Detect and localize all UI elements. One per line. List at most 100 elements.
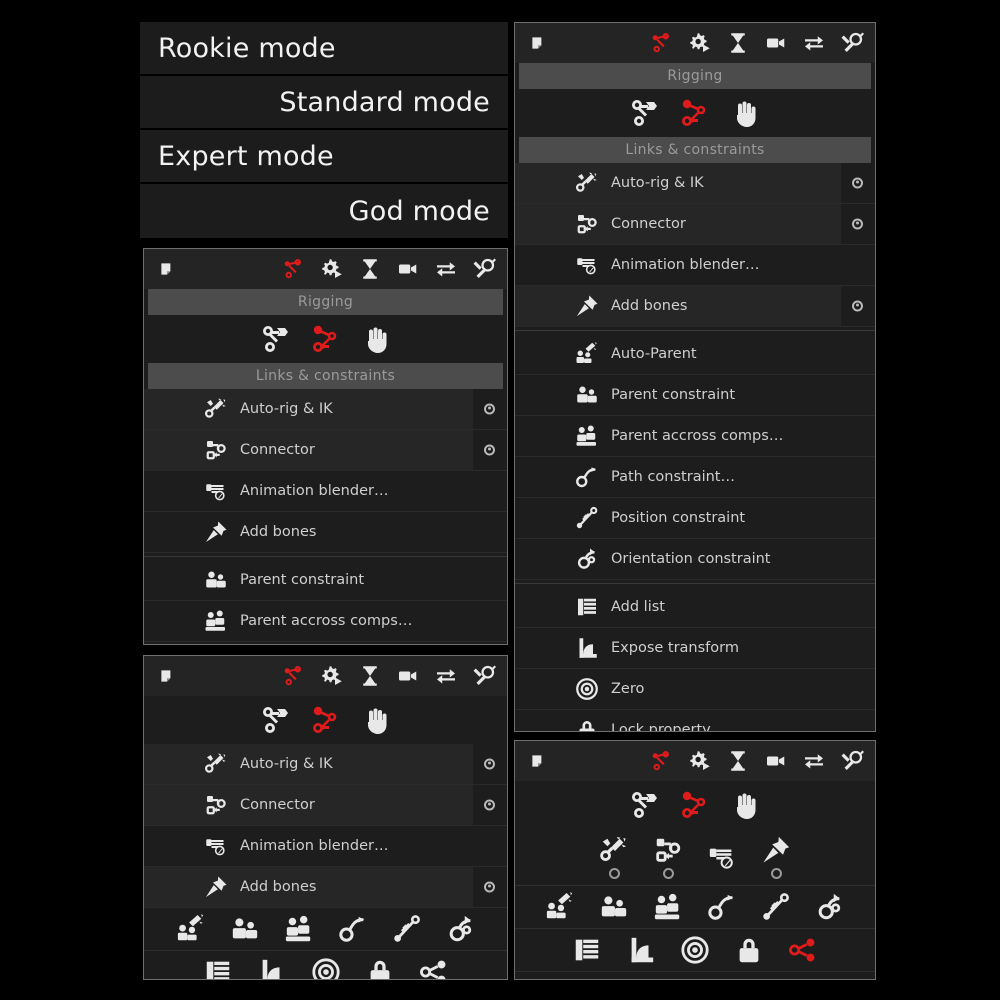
camera-icon[interactable]	[763, 30, 789, 56]
connector-node-icon[interactable]	[676, 786, 714, 824]
automation-gear-icon[interactable]	[319, 256, 345, 282]
icon-item-path_constraint[interactable]	[700, 892, 744, 922]
icon-item-parent_across[interactable]	[646, 892, 690, 922]
icon-item-auto_rig[interactable]	[592, 835, 636, 879]
options-indicator[interactable]	[484, 881, 495, 893]
hand-icon[interactable]	[357, 701, 395, 739]
menu-item-connector[interactable]: Connector	[144, 430, 507, 471]
icon-item-position_constraint[interactable]	[754, 892, 798, 922]
camera-icon[interactable]	[763, 748, 789, 774]
mode-row-expert[interactable]: Expert mode	[140, 130, 508, 184]
tools-icon[interactable]	[839, 30, 865, 56]
menu-item-connector[interactable]: Connector	[144, 785, 507, 826]
menu-item-add_bones[interactable]: Add bones	[515, 286, 875, 327]
tools-icon[interactable]	[839, 748, 865, 774]
connector-node-icon[interactable]	[307, 701, 345, 739]
armature-icon[interactable]	[626, 94, 664, 132]
icon-item-orientation_constraint[interactable]	[808, 892, 852, 922]
options-indicator[interactable]	[852, 218, 863, 230]
automation-gear-icon[interactable]	[687, 30, 713, 56]
icon-item-expose_transform[interactable]	[619, 935, 663, 965]
connector-node-icon[interactable]	[676, 94, 714, 132]
icon-item-separate_dimensions[interactable]	[412, 957, 456, 979]
options-indicator[interactable]	[852, 177, 863, 189]
mode-row-rookie[interactable]: Rookie mode	[140, 22, 508, 76]
options-indicator[interactable]	[608, 868, 620, 879]
panel-expert-mode[interactable]: Rigging Links & constraints Auto-rig & I…	[514, 22, 876, 732]
mode-row-standard[interactable]: Standard mode	[140, 76, 508, 130]
menu-item-parent_across[interactable]: Parent accross comps…	[515, 416, 875, 457]
icon-item-path_constraint[interactable]	[331, 914, 375, 944]
automation-gear-icon[interactable]	[687, 748, 713, 774]
icon-item-auto_parent[interactable]	[538, 892, 582, 922]
icon-item-connector[interactable]	[646, 835, 690, 879]
menu-item-auto_rig[interactable]: Auto-rig & IK	[515, 163, 875, 204]
hand-icon[interactable]	[357, 320, 395, 358]
hand-icon[interactable]	[726, 94, 764, 132]
document-icon[interactable]	[154, 256, 180, 282]
icon-item-add_list[interactable]	[196, 957, 240, 979]
icon-item-expose_transform[interactable]	[250, 957, 294, 979]
rigging-icon[interactable]	[649, 748, 675, 774]
mode-row-god[interactable]: God mode	[140, 184, 508, 238]
menu-item-auto_parent[interactable]: Auto-Parent	[515, 334, 875, 375]
menu-item-lock_property[interactable]: Lock property	[515, 710, 875, 731]
hourglass-icon[interactable]	[357, 256, 383, 282]
document-icon[interactable]	[154, 663, 180, 689]
panel-standard-mode[interactable]: Rigging Links & constraints Auto-rig & I…	[143, 248, 508, 645]
icon-item-orientation_constraint[interactable]	[439, 914, 483, 944]
icon-item-parent_constraint[interactable]	[223, 914, 267, 944]
icon-item-auto_parent[interactable]	[169, 914, 213, 944]
hourglass-icon[interactable]	[725, 748, 751, 774]
icon-item-parent_constraint[interactable]	[592, 892, 636, 922]
menu-item-add_bones[interactable]: Add bones	[144, 512, 507, 553]
hourglass-icon[interactable]	[357, 663, 383, 689]
swap-arrows-icon[interactable]	[801, 30, 827, 56]
tools-icon[interactable]	[471, 663, 497, 689]
options-indicator[interactable]	[484, 444, 495, 456]
menu-item-add_list[interactable]: Add list	[515, 587, 875, 628]
armature-icon[interactable]	[257, 320, 295, 358]
swap-arrows-icon[interactable]	[433, 663, 459, 689]
menu-item-connector[interactable]: Connector	[515, 204, 875, 245]
menu-item-auto_rig[interactable]: Auto-rig & IK	[144, 744, 507, 785]
rigging-icon[interactable]	[281, 663, 307, 689]
menu-item-anim_blender[interactable]: Animation blender…	[515, 245, 875, 286]
menu-item-path_constraint[interactable]: Path constraint…	[515, 457, 875, 498]
icon-item-zero[interactable]	[673, 935, 717, 965]
document-icon[interactable]	[525, 30, 551, 56]
icon-item-add_bones[interactable]	[754, 835, 798, 879]
options-indicator[interactable]	[852, 300, 863, 312]
icon-item-position_constraint[interactable]	[385, 914, 429, 944]
swap-arrows-icon[interactable]	[433, 256, 459, 282]
camera-icon[interactable]	[395, 663, 421, 689]
connector-node-icon[interactable]	[307, 320, 345, 358]
document-icon[interactable]	[525, 748, 551, 774]
camera-icon[interactable]	[395, 256, 421, 282]
menu-item-anim_blender[interactable]: Animation blender…	[144, 471, 507, 512]
swap-arrows-icon[interactable]	[801, 748, 827, 774]
menu-item-orientation_constraint[interactable]: Orientation constraint	[515, 539, 875, 580]
menu-item-parent_constraint[interactable]: Parent constraint	[144, 560, 507, 601]
hand-icon[interactable]	[726, 786, 764, 824]
menu-item-expose_transform[interactable]: Expose transform	[515, 628, 875, 669]
options-indicator[interactable]	[484, 799, 495, 811]
rigging-icon[interactable]	[281, 256, 307, 282]
menu-item-anim_blender[interactable]: Animation blender…	[144, 826, 507, 867]
armature-icon[interactable]	[257, 701, 295, 739]
tools-icon[interactable]	[471, 256, 497, 282]
icon-item-anim_blender[interactable]	[700, 842, 744, 872]
options-indicator[interactable]	[484, 403, 495, 415]
icon-item-parent_across[interactable]	[277, 914, 321, 944]
icon-item-lock_property[interactable]	[727, 935, 771, 965]
panel-god-mode[interactable]	[514, 740, 876, 980]
menu-item-zero[interactable]: Zero	[515, 669, 875, 710]
icon-item-add_list[interactable]	[565, 935, 609, 965]
icon-item-zero[interactable]	[304, 957, 348, 979]
menu-item-add_bones[interactable]: Add bones	[144, 867, 507, 908]
automation-gear-icon[interactable]	[319, 663, 345, 689]
hourglass-icon[interactable]	[725, 30, 751, 56]
icon-item-separate_dimensions[interactable]	[781, 935, 825, 965]
options-indicator[interactable]	[770, 868, 782, 879]
rigging-icon[interactable]	[649, 30, 675, 56]
